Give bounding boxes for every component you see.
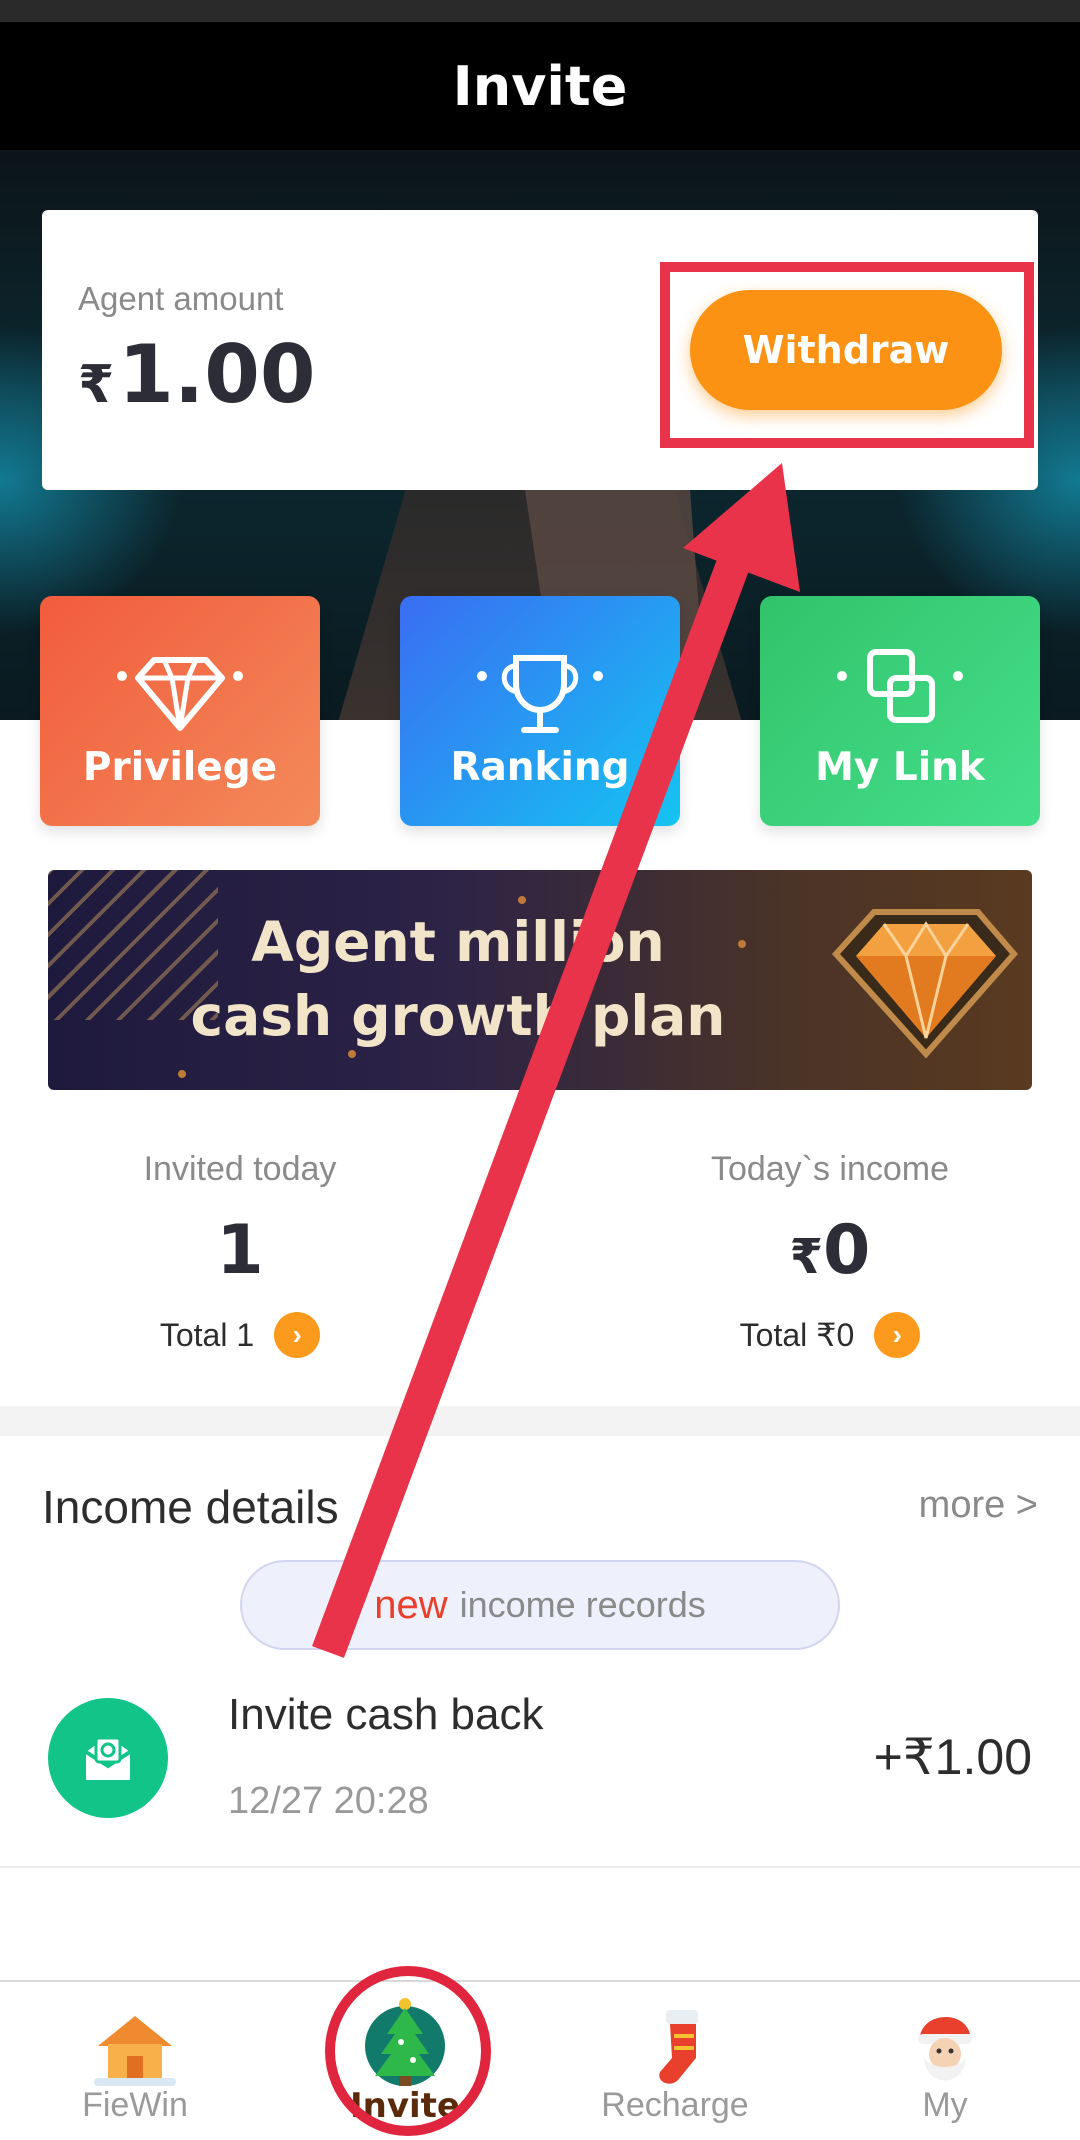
- today-income-number: 0: [823, 1211, 871, 1290]
- income-total-link[interactable]: Total ₹0 ›: [590, 1312, 1070, 1358]
- section-divider: [0, 1406, 1080, 1436]
- privilege-tile[interactable]: Privilege: [40, 596, 320, 826]
- agent-amount-label: Agent amount: [78, 280, 284, 317]
- chevron-right-icon[interactable]: ›: [274, 1312, 321, 1358]
- today-income-label: Today`s income: [710, 1150, 950, 1188]
- today-income-currency: ₹: [789, 1229, 824, 1285]
- invited-today-label: Invited today: [143, 1150, 337, 1188]
- new-income-records-pill[interactable]: new income records: [240, 1560, 840, 1650]
- new-records-text: income records: [459, 1584, 706, 1625]
- invite-stats: Invited today 1 Total 1 › Today`s income…: [0, 1150, 1080, 1400]
- invited-today-value: 1: [216, 1211, 264, 1290]
- banner-dot: [518, 896, 526, 904]
- my-link-tile[interactable]: My Link: [760, 596, 1040, 826]
- tab-fiewin-label: FieWin: [82, 2086, 188, 2124]
- ranking-label: Ranking: [450, 745, 630, 790]
- withdraw-highlight-box: [660, 262, 1034, 448]
- new-word: new: [374, 1582, 448, 1627]
- cash-envelope-icon: [48, 1698, 168, 1818]
- record-time: 12/27 20:28: [228, 1780, 429, 1822]
- record-amount: +₹1.00: [873, 1729, 1032, 1785]
- record-title: Invite cash back: [228, 1690, 544, 1739]
- santa-icon: [918, 2016, 978, 2081]
- income-record-row[interactable]: Invite cash back 12/27 20:28 +₹1.00: [0, 1680, 1080, 1868]
- privilege-label: Privilege: [82, 745, 278, 790]
- tab-my-label: My: [922, 2086, 968, 2124]
- cash-envelope-glyph: [84, 1736, 132, 1780]
- invited-total-link[interactable]: Total 1 ›: [0, 1312, 480, 1358]
- invited-total-text: Total 1: [159, 1316, 255, 1353]
- today-income-stat: Today`s income ₹0 Total ₹0 ›: [590, 1150, 1070, 1358]
- agent-million-banner[interactable]: Agent million cash growth plan: [48, 870, 1032, 1090]
- income-total-text: Total ₹0: [739, 1317, 855, 1353]
- banner-dot: [178, 1070, 186, 1078]
- page-title: Invite: [452, 54, 628, 118]
- agent-amount-currency: ₹: [78, 355, 115, 415]
- bottom-tab-bar: FieWin Invite Recharge My: [0, 1980, 1080, 2140]
- trophy-icon: [477, 655, 603, 733]
- more-link[interactable]: more >: [919, 1484, 1038, 1527]
- banner-line-2: cash growth plan: [190, 984, 726, 1048]
- stocking-icon: [659, 2010, 698, 2084]
- tab-my[interactable]: My: [810, 1982, 1080, 2140]
- house-icon: [94, 2016, 176, 2086]
- status-bar: [0, 0, 1080, 22]
- tab-recharge[interactable]: Recharge: [540, 1982, 810, 2140]
- ranking-tile[interactable]: Ranking: [400, 596, 680, 826]
- tab-recharge-label: Recharge: [601, 2086, 749, 2124]
- chevron-right-icon[interactable]: ›: [874, 1312, 921, 1358]
- invite-tab-highlight-circle: [325, 1966, 491, 2136]
- today-income-value: ₹0: [590, 1211, 1070, 1290]
- agent-amount-value: ₹ 1.00: [78, 328, 316, 421]
- top-header: Invite: [0, 22, 1080, 150]
- banner-line-1: Agent million: [251, 910, 665, 974]
- agent-amount-number: 1.00: [118, 328, 316, 421]
- diamond-icon: [117, 657, 243, 731]
- gem-icon: [831, 909, 1018, 1059]
- income-details-title: Income details: [42, 1481, 339, 1533]
- my-link-label: My Link: [815, 745, 985, 790]
- invited-today-stat: Invited today 1 Total 1 ›: [0, 1150, 480, 1358]
- banner-dot: [348, 1050, 356, 1058]
- tab-fiewin[interactable]: FieWin: [0, 1982, 270, 2140]
- link-squares-icon: [837, 649, 963, 723]
